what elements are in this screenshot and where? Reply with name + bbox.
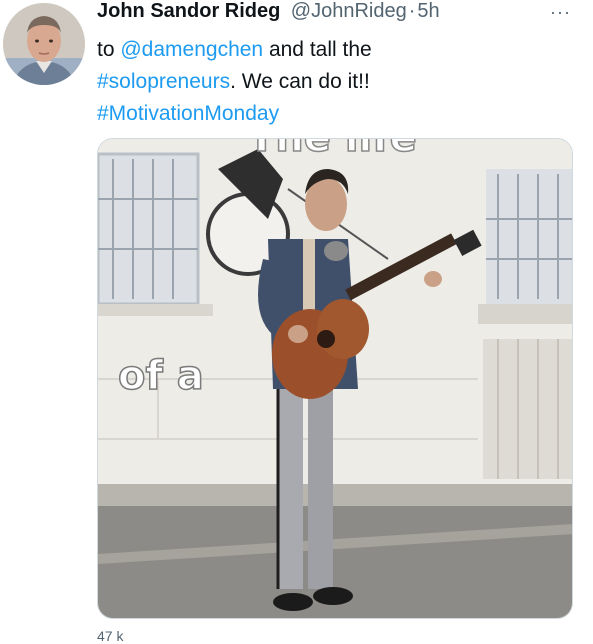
separator-dot: · <box>408 0 416 22</box>
author-name[interactable]: John Sandor Rideg <box>97 0 280 22</box>
author-avatar[interactable] <box>3 3 85 85</box>
media-caption: of a <box>118 353 204 399</box>
tweet-text-segment: . We can do it!! <box>230 70 370 93</box>
tweet-timestamp[interactable]: 5h <box>417 0 439 22</box>
tweet-header: John Sandor Rideg @JohnRideg · 5h <box>97 0 440 30</box>
tweet-text-segment: and tall the <box>263 38 372 61</box>
tweet-text-segment: to <box>97 38 121 61</box>
tweet-footer-partial: 47 k <box>97 628 124 644</box>
author-handle[interactable]: @JohnRideg <box>291 0 407 22</box>
tweet-text: to @damengchen and tall the #solopreneur… <box>97 34 567 130</box>
more-horizontal-icon[interactable]: ··· <box>550 2 571 23</box>
tweet-media-video[interactable]: The life of a <box>97 138 573 619</box>
hashtag-link-motivationmonday[interactable]: #MotivationMonday <box>97 102 279 125</box>
media-caption-top: The life <box>248 139 417 161</box>
mention-link[interactable]: @damengchen <box>120 38 263 61</box>
hashtag-link-solopreneurs[interactable]: #solopreneurs <box>97 70 230 93</box>
